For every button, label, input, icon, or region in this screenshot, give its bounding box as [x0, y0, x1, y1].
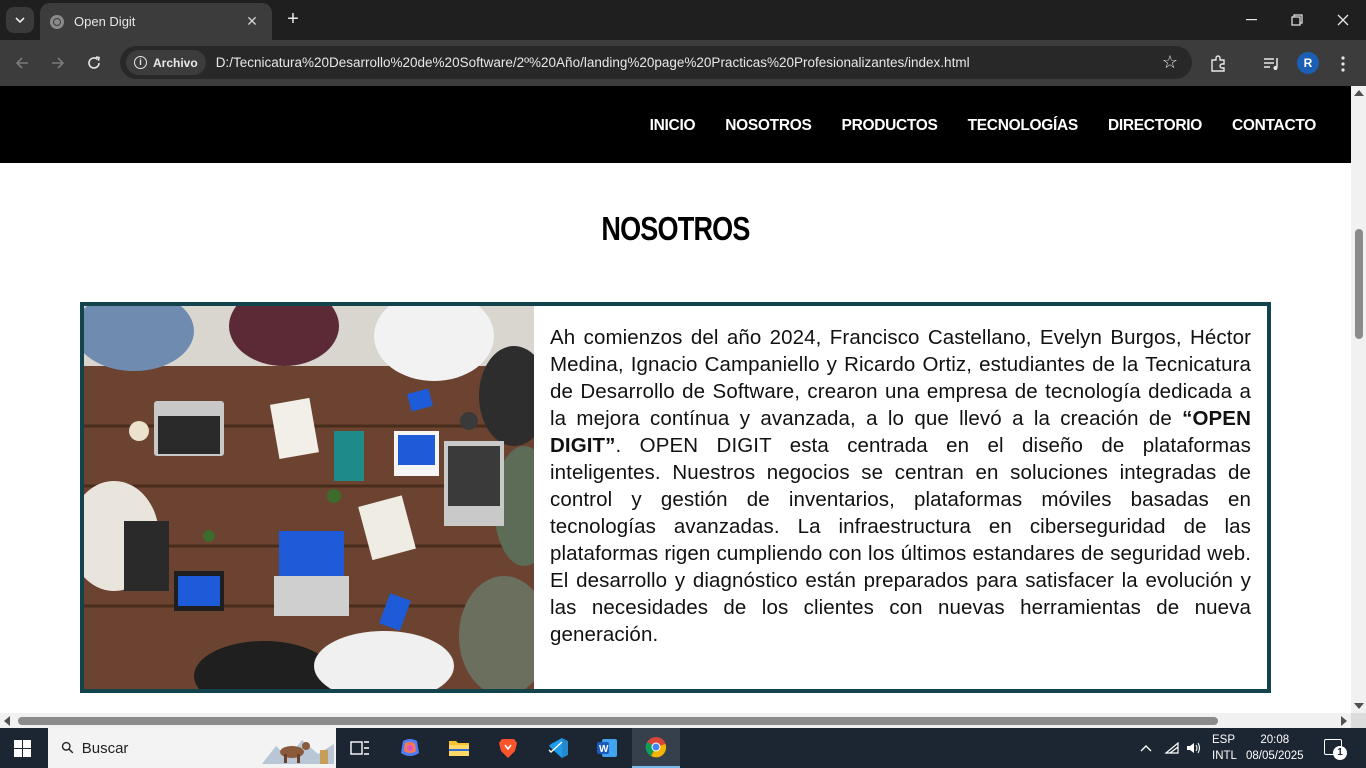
- site-nav: INICIO NOSOTROS PRODUCTOS TECNOLOGÍAS DI…: [650, 117, 1317, 135]
- speaker-icon: [1187, 742, 1201, 754]
- task-view-button[interactable]: [340, 728, 380, 768]
- new-tab-button[interactable]: +: [282, 8, 304, 32]
- url-text[interactable]: D:/Tecnicatura%20Desarrollo%20de%20Softw…: [216, 55, 970, 70]
- vscode-icon: [548, 738, 568, 758]
- nav-link-productos[interactable]: PRODUCTOS: [842, 117, 938, 135]
- address-bar[interactable]: i Archivo D:/Tecnicatura%20Desarrollo%20…: [120, 46, 1192, 79]
- search-placeholder: Buscar: [81, 739, 129, 757]
- puzzle-icon: [1211, 55, 1225, 72]
- search-icon: ⚲: [58, 738, 79, 759]
- close-icon: [1337, 14, 1349, 26]
- info-icon: i: [134, 56, 147, 69]
- chevron-down-icon: [15, 17, 25, 23]
- about-text-body: . OPEN DIGIT esta centrada en el diseño …: [550, 434, 1251, 646]
- lang-layout: INTL: [1212, 750, 1237, 762]
- arrow-right-icon: [52, 57, 65, 69]
- word-button[interactable]: W: [587, 728, 627, 768]
- nav-link-nosotros[interactable]: NOSOTROS: [725, 117, 812, 135]
- horizontal-scroll-thumb[interactable]: [18, 717, 1218, 725]
- reload-icon: [88, 56, 100, 69]
- task-view-icon: [350, 741, 369, 755]
- bookmark-star-icon[interactable]: ☆: [1162, 52, 1178, 73]
- about-text-intro: Ah comienzos del año 2024, Francisco Cas…: [550, 326, 1251, 430]
- tab-search-button[interactable]: [6, 7, 34, 33]
- chrome-icon: [645, 737, 667, 758]
- scroll-up-icon[interactable]: [1354, 90, 1364, 96]
- input-language[interactable]: ESP INTL: [1212, 732, 1237, 764]
- nav-link-tecnologias[interactable]: TECNOLOGÍAS: [968, 117, 1079, 135]
- file-explorer-button[interactable]: [439, 728, 479, 768]
- tab-title: Open Digit: [74, 14, 136, 29]
- forward-button[interactable]: [45, 50, 71, 76]
- svg-text:W: W: [599, 744, 609, 755]
- horizontal-scrollbar[interactable]: [0, 713, 1351, 728]
- vscode-button[interactable]: [538, 728, 578, 768]
- search-highlight-illustration-icon: [262, 740, 334, 764]
- nav-link-contacto[interactable]: CONTACTO: [1232, 117, 1316, 135]
- about-text: Ah comienzos del año 2024, Francisco Cas…: [550, 324, 1251, 648]
- browser-tab[interactable]: Open Digit ✕: [40, 3, 272, 40]
- wifi-icon: [1164, 741, 1179, 754]
- playlist-icon: [1264, 58, 1278, 70]
- kebab-menu-icon: [1341, 56, 1345, 72]
- arrow-left-icon: [15, 57, 28, 69]
- scrollbar-corner: [1351, 713, 1366, 728]
- site-chip-label: Archivo: [153, 55, 198, 70]
- back-button[interactable]: [9, 50, 35, 76]
- team-meeting-photo: [84, 306, 534, 689]
- copilot-button[interactable]: [390, 728, 430, 768]
- chrome-button[interactable]: [632, 728, 680, 768]
- restore-button[interactable]: [1274, 6, 1320, 34]
- scroll-down-icon[interactable]: [1354, 703, 1364, 709]
- media-controls-button[interactable]: [1260, 52, 1284, 76]
- restore-icon: [1291, 14, 1303, 26]
- site-info-chip[interactable]: i Archivo: [126, 50, 206, 75]
- taskbar-search[interactable]: ⚲ Buscar: [48, 728, 336, 768]
- system-clock[interactable]: 20:08 08/05/2025: [1246, 732, 1304, 764]
- nav-link-inicio[interactable]: INICIO: [650, 117, 696, 135]
- vertical-scroll-thumb[interactable]: [1355, 229, 1363, 339]
- copilot-icon: [401, 739, 419, 756]
- brave-lion-icon: [499, 739, 517, 758]
- windows-start-icon[interactable]: [14, 740, 31, 757]
- about-card: Ah comienzos del año 2024, Francisco Cas…: [80, 302, 1271, 693]
- word-icon: W: [597, 739, 617, 757]
- brave-browser-button[interactable]: [488, 728, 528, 768]
- show-hidden-icons-button[interactable]: [1140, 728, 1152, 768]
- page-viewport: INICIO NOSOTROS PRODUCTOS TECNOLOGÍAS DI…: [0, 86, 1351, 713]
- extensions-button[interactable]: [1206, 52, 1230, 76]
- browser-menu-button[interactable]: [1331, 52, 1355, 76]
- wifi-status[interactable]: [1164, 728, 1180, 768]
- close-window-button[interactable]: [1320, 6, 1366, 34]
- reload-button[interactable]: [81, 50, 107, 76]
- folder-icon: [449, 741, 469, 756]
- section-title: NOSOTROS: [601, 210, 750, 247]
- browser-toolbar: i Archivo D:/Tecnicatura%20Desarrollo%20…: [0, 40, 1366, 86]
- notification-count-badge: 1: [1333, 746, 1347, 760]
- scroll-left-icon[interactable]: [4, 716, 10, 726]
- volume-status[interactable]: [1186, 728, 1202, 768]
- browser-tab-strip: Open Digit ✕ +: [0, 0, 1366, 40]
- globe-icon: [50, 14, 64, 29]
- vertical-scrollbar[interactable]: [1351, 86, 1366, 713]
- clock-date: 08/05/2025: [1246, 750, 1304, 762]
- minimize-icon: [1245, 19, 1257, 21]
- nav-link-directorio[interactable]: DIRECTORIO: [1108, 117, 1202, 135]
- clock-time: 20:08: [1260, 734, 1290, 746]
- scroll-right-icon[interactable]: [1341, 716, 1347, 726]
- chevron-up-icon: [1140, 745, 1152, 752]
- close-tab-icon[interactable]: ✕: [242, 13, 262, 30]
- minimize-button[interactable]: [1228, 6, 1274, 34]
- profile-avatar[interactable]: R: [1297, 52, 1319, 74]
- windows-taskbar: ⚲ Buscar W ESP INTL 20:08 08/05/2025 1: [0, 728, 1366, 768]
- site-header: INICIO NOSOTROS PRODUCTOS TECNOLOGÍAS DI…: [0, 86, 1351, 163]
- lang-code: ESP: [1212, 734, 1236, 746]
